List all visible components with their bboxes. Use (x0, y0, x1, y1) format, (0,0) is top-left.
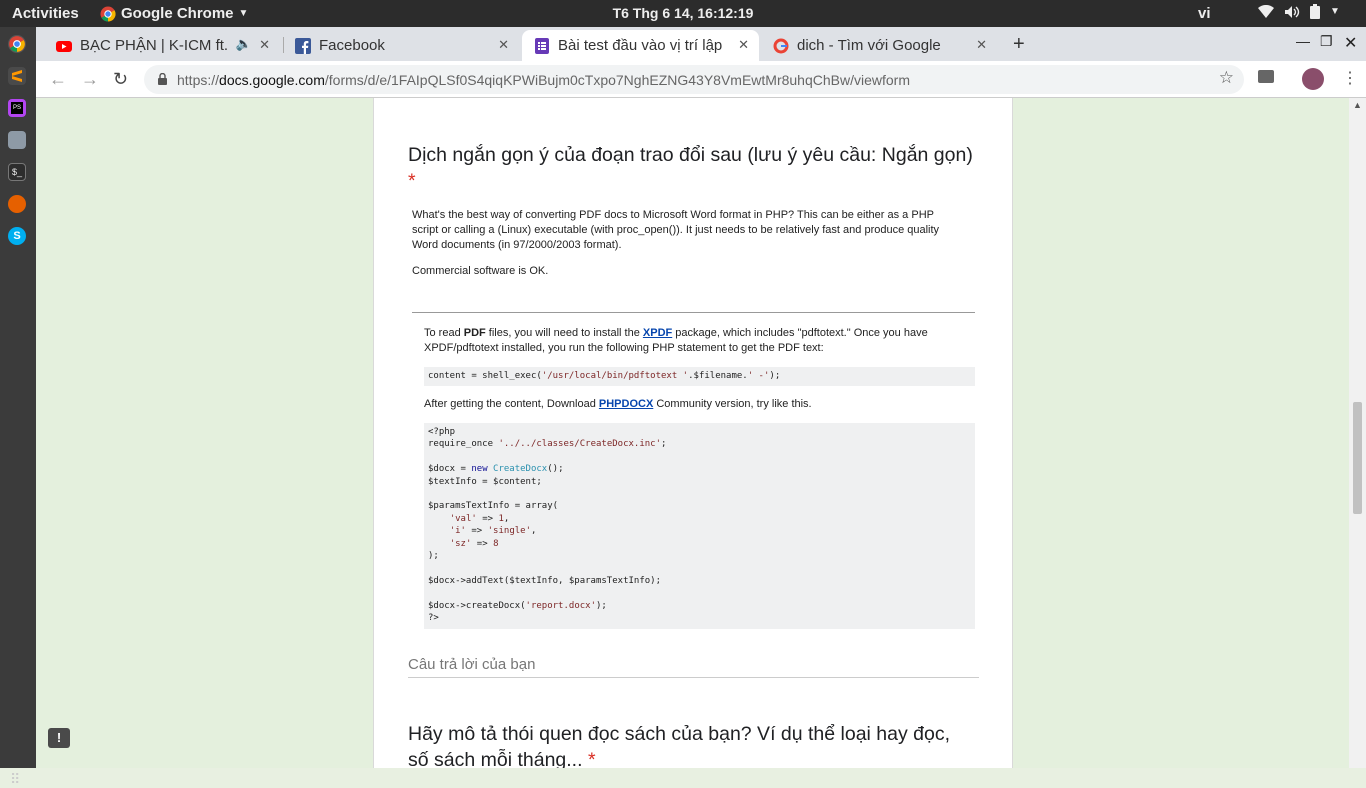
close-window-button[interactable]: ✕ (1344, 33, 1357, 53)
activities-button[interactable]: Activities (12, 5, 79, 22)
scrollbar[interactable]: ▲ (1349, 98, 1366, 768)
close-tab-icon[interactable]: ✕ (498, 37, 509, 53)
question-image: What's the best way of converting PDF do… (408, 202, 979, 632)
so-answer-text-2: After getting the content, Download PHPD… (424, 398, 812, 410)
close-tab-icon[interactable]: ✕ (976, 37, 987, 53)
xpdf-link[interactable]: XPDF (643, 327, 672, 339)
dock: PS $_ S ⠿ (0, 27, 36, 787)
address-bar[interactable]: https://docs.google.com/forms/d/e/1FAIpQ… (144, 65, 1244, 94)
tab-strip: BẠC PHẬN | K-ICM ft. J 🔈 ✕ Facebook ✕ Bà… (36, 27, 1366, 61)
tab-facebook[interactable]: Facebook ✕ (283, 30, 519, 61)
new-tab-button[interactable]: + (1013, 33, 1025, 56)
chevron-down-icon: ▼ (1330, 6, 1340, 17)
phpdocx-link[interactable]: PHPDOCX (599, 398, 653, 410)
tab-youtube[interactable]: BẠC PHẬN | K-ICM ft. J 🔈 ✕ (44, 30, 280, 61)
close-tab-icon[interactable]: ✕ (259, 37, 270, 53)
skype-icon[interactable]: S (8, 227, 26, 245)
tab-google-forms[interactable]: Bài test đầu vào vị trí lập ✕ (522, 30, 759, 61)
sublime-text-icon[interactable] (8, 67, 26, 85)
app-name: Google Chrome (121, 5, 234, 22)
page-content: Dịch ngắn gọn ý của đoạn trao đổi sau (l… (36, 98, 1349, 768)
minimize-button[interactable]: — (1296, 33, 1310, 49)
url-scheme: https:// (177, 71, 220, 88)
required-asterisk: * (587, 749, 596, 768)
url-host: docs.google.com (219, 71, 325, 88)
language-indicator[interactable]: vi (1198, 5, 1211, 22)
scroll-up-icon[interactable]: ▲ (1353, 100, 1362, 110)
scrollbar-thumb[interactable] (1353, 402, 1362, 514)
volume-icon (1285, 5, 1300, 18)
battery-icon (1310, 4, 1320, 19)
so-answer-text: To read PDF files, you will need to inst… (424, 327, 928, 354)
files-icon[interactable] (8, 131, 26, 149)
answer-input[interactable]: Câu trả lời của bạn (408, 656, 979, 678)
question-card: Dịch ngắn gọn ý của đoạn trao đổi sau (l… (373, 98, 1013, 768)
more-menu-icon[interactable]: ⋮ (1342, 68, 1358, 88)
firefox-icon[interactable] (8, 195, 26, 213)
google-icon (773, 38, 789, 53)
chrome-icon (100, 6, 116, 22)
camera-icon[interactable] (1258, 70, 1274, 83)
tab-title: Bài test đầu vào vị trí lập (558, 37, 723, 54)
browser-toolbar: ← → ↻ https://docs.google.com/forms/d/e/… (36, 61, 1366, 98)
url-path: /forms/d/e/1FAIpQLSf0S4qiqKPWiBujm0cTxpo… (324, 71, 910, 88)
code-block-php: <?php require_once '../../classes/Create… (424, 423, 975, 629)
chevron-down-icon: ▼ (238, 8, 249, 19)
back-button[interactable]: ← (49, 69, 67, 90)
lock-icon (158, 73, 167, 85)
youtube-icon (56, 40, 72, 52)
close-tab-icon[interactable]: ✕ (738, 37, 749, 53)
show-apps-icon[interactable]: ⠿ (10, 771, 20, 788)
terminal-icon[interactable]: $_ (8, 163, 26, 181)
chrome-launcher-icon[interactable] (8, 35, 26, 53)
code-block-shell: content = shell_exec('/usr/local/bin/pdf… (424, 367, 975, 386)
question-title-2: Hãy mô tả thói quen đọc sách của bạn? Ví… (408, 721, 950, 768)
avatar[interactable] (1302, 68, 1324, 90)
tab-title: BẠC PHẬN | K-ICM ft. J (80, 37, 230, 54)
system-tray[interactable]: ▼ (1258, 4, 1340, 19)
forms-icon (535, 37, 549, 54)
so-question-text: What's the best way of converting PDF do… (412, 209, 940, 277)
tab-google-search[interactable]: dich - Tìm với Google ✕ (761, 30, 997, 61)
system-top-bar: Activities Google Chrome ▼ T6 Thg 6 14, … (0, 0, 1366, 27)
tab-title: dich - Tìm với Google (797, 37, 941, 54)
speaker-icon: 🔈 (235, 36, 252, 51)
wifi-icon (1258, 4, 1274, 18)
phpstorm-icon[interactable]: PS (8, 99, 26, 117)
facebook-icon (295, 37, 311, 54)
question-title: Dịch ngắn gọn ý của đoạn trao đổi sau (l… (408, 144, 973, 192)
required-asterisk: * (408, 170, 416, 192)
app-menu[interactable]: Google Chrome ▼ (100, 5, 248, 22)
feedback-icon[interactable]: ! (48, 728, 70, 748)
bookmark-star-icon[interactable]: ☆ (1219, 68, 1234, 88)
forward-button[interactable]: → (81, 69, 99, 90)
divider (412, 312, 975, 313)
reload-button[interactable]: ↻ (113, 69, 128, 90)
restore-button[interactable]: ❐ (1320, 33, 1333, 50)
tab-title: Facebook (319, 37, 385, 54)
